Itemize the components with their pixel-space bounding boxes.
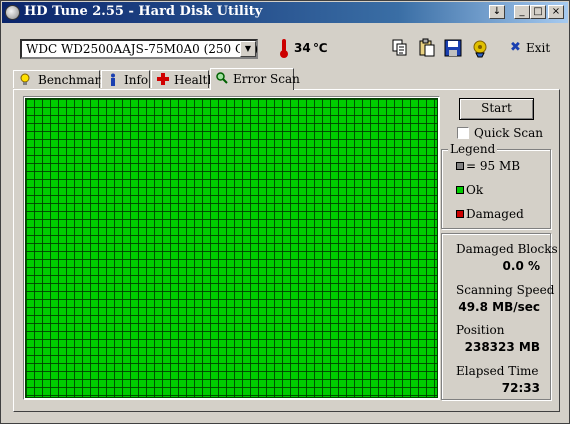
app-disk-icon	[5, 5, 20, 20]
tab-benchmark[interactable]: Benchmark	[13, 70, 108, 88]
tab-health-label: Health	[174, 73, 216, 87]
tab-error-scan-label: Error Scan	[233, 72, 300, 86]
lightbulb-icon	[19, 73, 31, 85]
legend-swatch-red	[456, 210, 464, 218]
temperature-value: 34	[294, 41, 311, 55]
window-title: HD Tune 2.55 - Hard Disk Utility	[24, 4, 263, 19]
legend-label-damaged: Damaged	[466, 207, 524, 221]
tab-info-label: Info	[124, 73, 149, 87]
damaged-blocks-value: 0.0 %	[502, 259, 540, 273]
scan-stats-group: Damaged Blocks 0.0 % Scanning Speed 49.8…	[441, 233, 558, 400]
error-scan-panel: Start Quick Scan Legend = 95 MB Ok Damag…	[13, 89, 560, 412]
scan-block-map	[25, 98, 438, 398]
position-value: 238323 MB	[464, 340, 540, 354]
scanning-speed-value: 49.8 MB/sec	[458, 300, 540, 314]
save-icon[interactable]	[443, 38, 463, 58]
info-icon	[107, 73, 119, 86]
health-cross-icon	[157, 73, 169, 85]
minimize-button[interactable]: _	[514, 5, 530, 19]
elapsed-time-label: Elapsed Time	[456, 364, 539, 378]
legend-title: Legend	[448, 142, 498, 156]
tab-benchmark-label: Benchmark	[38, 73, 108, 87]
maximize-button[interactable]: □	[530, 5, 546, 19]
scanning-speed-label: Scanning Speed	[456, 283, 555, 297]
quick-scan-label: Quick Scan	[474, 126, 544, 140]
legend-label-block-size: = 95 MB	[466, 159, 521, 173]
options-icon[interactable]	[470, 38, 490, 58]
tab-error-scan[interactable]: Error Scan	[210, 68, 300, 90]
copy-screen-icon[interactable]	[417, 38, 437, 58]
damaged-blocks-label: Damaged Blocks	[456, 242, 558, 256]
copy-text-icon[interactable]	[390, 38, 410, 58]
magnifier-icon	[216, 72, 228, 84]
legend-swatch-gray	[456, 162, 464, 170]
app-window: HD Tune 2.55 - Hard Disk Utility ↓ _ □ ×…	[0, 0, 570, 424]
close-button[interactable]: ×	[548, 5, 564, 19]
roll-up-button[interactable]: ↓	[489, 5, 505, 19]
chevron-down-icon[interactable]: ▼	[240, 41, 256, 57]
tab-health[interactable]: Health	[151, 70, 215, 88]
legend-group: Legend = 95 MB Ok Damaged	[441, 142, 551, 229]
legend-swatch-green	[456, 186, 464, 194]
thermometer-icon	[280, 39, 288, 58]
celsius-icon: ℃	[313, 41, 328, 55]
position-label: Position	[456, 323, 505, 337]
start-button[interactable]: Start	[459, 98, 534, 120]
scan-map-frame	[23, 96, 440, 400]
title-bar[interactable]: HD Tune 2.55 - Hard Disk Utility ↓ _ □ ×	[2, 2, 568, 23]
legend-label-ok: Ok	[466, 183, 484, 197]
exit-button[interactable]: ✖ Exit	[510, 40, 550, 58]
quick-scan-checkbox[interactable]	[457, 127, 469, 139]
exit-x-icon: ✖	[510, 40, 521, 55]
elapsed-time-value: 72:33	[501, 381, 540, 395]
drive-select-value: WDC WD2500AAJS-75M0A0 (250 GB)	[26, 42, 259, 56]
toolbar: WDC WD2500AAJS-75M0A0 (250 GB) ▼ 34 ℃ ✖ …	[2, 23, 568, 65]
drive-select[interactable]: WDC WD2500AAJS-75M0A0 (250 GB) ▼	[20, 39, 258, 59]
exit-label: Exit	[526, 41, 551, 55]
tab-info[interactable]: Info	[101, 70, 150, 88]
